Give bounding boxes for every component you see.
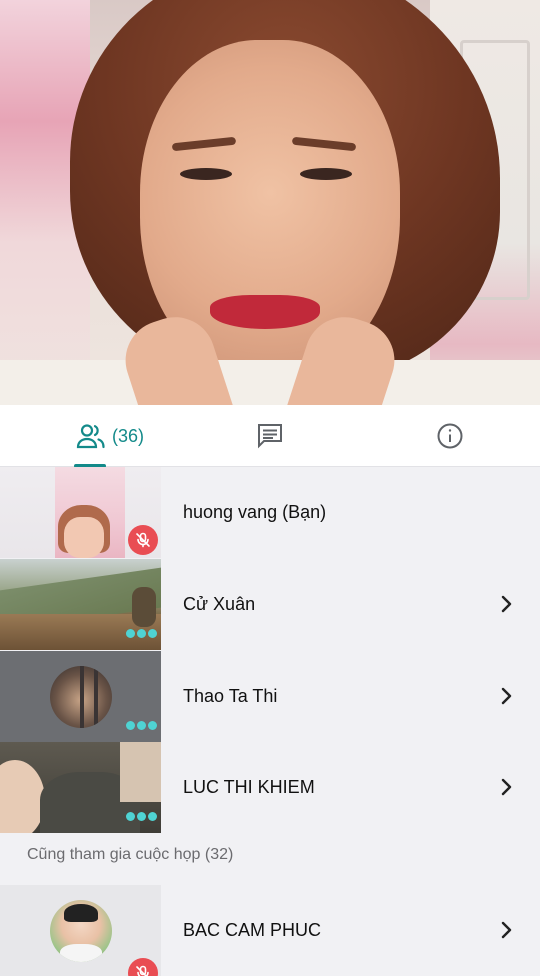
speaking-indicator	[126, 721, 157, 730]
tab-participants[interactable]: (36)	[60, 405, 160, 467]
chevron-right-icon[interactable]	[494, 592, 518, 616]
speaking-dot	[148, 629, 157, 638]
speaking-dot	[126, 629, 135, 638]
mic-off-icon	[136, 965, 149, 976]
participant-avatar	[50, 900, 112, 962]
speaking-dot	[137, 629, 146, 638]
participant-video-thumbnail	[0, 742, 161, 833]
mic-off-indicator	[128, 958, 158, 976]
tab-info[interactable]	[420, 405, 480, 467]
speaking-dot	[148, 812, 157, 821]
video-person-eye	[300, 168, 352, 180]
participant-name: Thao Ta Thi	[183, 686, 278, 706]
speaking-dot	[137, 721, 146, 730]
speaking-dot	[137, 812, 146, 821]
mic-off-icon	[136, 532, 150, 548]
participant-video-thumbnail	[0, 559, 161, 650]
thumbnail-person-face	[0, 760, 45, 833]
video-person-shirt	[0, 360, 540, 405]
participant-row[interactable]: LUC THI KHIEM	[0, 742, 540, 833]
speaking-dot	[148, 721, 157, 730]
avatar-hair	[64, 904, 98, 922]
thumbnail-window	[120, 742, 161, 802]
participant-name: Cử Xuân	[183, 594, 256, 614]
chevron-right-icon[interactable]	[494, 918, 518, 942]
speaking-indicator	[126, 812, 157, 821]
participant-name: BAC CAM PHUC	[183, 920, 322, 940]
info-icon	[437, 423, 463, 449]
speaking-dot	[126, 812, 135, 821]
chat-icon	[258, 424, 282, 449]
participant-row[interactable]: Cử Xuân	[0, 559, 540, 650]
participant-name: huong vang (Bạn)	[183, 502, 327, 522]
avatar-bar	[80, 666, 84, 728]
section-header-also-joined: Cũng tham gia cuộc họp (32)	[27, 846, 234, 863]
participant-avatar	[50, 666, 112, 728]
participant-video-thumbnail	[0, 885, 161, 976]
people-icon	[76, 424, 105, 449]
thumbnail-person	[132, 587, 156, 627]
participants-count: (36)	[111, 425, 144, 446]
avatar-shirt	[60, 944, 102, 962]
speaking-indicator	[126, 629, 157, 638]
participant-video-thumbnail	[0, 467, 161, 558]
participant-row[interactable]: huong vang (Bạn)	[0, 467, 540, 558]
video-person-eye	[180, 168, 232, 180]
participant-video-thumbnail	[0, 651, 161, 742]
participant-name: LUC THI KHIEM	[183, 777, 315, 797]
chevron-right-icon[interactable]	[494, 684, 518, 708]
thumbnail-person-face	[64, 517, 104, 558]
meeting-tab-bar: (36)	[0, 405, 540, 467]
tab-chat[interactable]	[240, 405, 300, 467]
main-video-feed[interactable]	[0, 0, 540, 405]
mic-off-indicator	[128, 525, 158, 555]
avatar-bar	[94, 666, 98, 728]
participant-row[interactable]: BAC CAM PHUC	[0, 885, 540, 976]
speaking-dot	[126, 721, 135, 730]
participant-row[interactable]: Thao Ta Thi	[0, 651, 540, 742]
video-person-lips	[210, 295, 320, 329]
chevron-right-icon[interactable]	[494, 775, 518, 799]
